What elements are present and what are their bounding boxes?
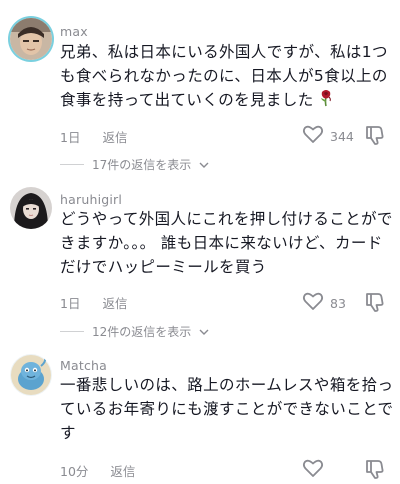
comment-time: 1日 xyxy=(60,130,81,145)
dislike-icon[interactable] xyxy=(364,458,386,484)
chevron-down-icon[interactable] xyxy=(199,325,209,339)
comment-text: 兄弟、私は日本にいる外国人ですが、私は1つ も食べられなかったのに、日本人が5食… xyxy=(60,40,390,114)
like-button[interactable] xyxy=(302,458,324,482)
comment-meta: 1日 返信 xyxy=(60,127,127,146)
divider-dash xyxy=(60,164,84,165)
like-button[interactable]: 344 xyxy=(302,124,354,148)
comment-text-line: だけでハッピーミールを買う xyxy=(60,258,267,276)
comment-text-line: も食べられなかったのに、日本人が5食以上の xyxy=(60,64,390,88)
heart-icon[interactable] xyxy=(302,291,324,315)
comment-meta: 1日 返信 xyxy=(60,293,127,312)
username[interactable]: Matcha xyxy=(60,358,107,373)
view-replies-label[interactable]: 17件の返信を表示 xyxy=(92,156,191,173)
avatar[interactable] xyxy=(10,187,52,229)
comment-time: 10分 xyxy=(60,464,89,479)
comment-time: 1日 xyxy=(60,296,81,311)
avatar[interactable] xyxy=(10,18,52,60)
reply-button[interactable]: 返信 xyxy=(102,296,127,311)
username[interactable]: max xyxy=(60,24,88,39)
comment-text-line-with-emoji: 食事を持って出ていくのを見ました xyxy=(60,88,390,114)
like-count: 83 xyxy=(330,295,346,311)
like-button[interactable]: 83 xyxy=(302,291,346,315)
comment-text-line: きますか。。。 誰も日本に来ないけど、カード xyxy=(60,234,383,252)
reply-button[interactable]: 返信 xyxy=(110,464,135,479)
reply-button[interactable]: 返信 xyxy=(102,130,127,145)
username[interactable]: haruhigirl xyxy=(60,192,122,207)
view-replies-button[interactable]: 17件の返信を表示 xyxy=(60,156,209,173)
heart-icon[interactable] xyxy=(302,458,324,482)
view-replies-button[interactable]: 12件の返信を表示 xyxy=(60,323,209,340)
comment-meta: 10分 返信 xyxy=(60,461,135,480)
comment-text: 一番悲しいのは、路上のホームレスや箱を拾っ ているお年寄りにも渡すことができない… xyxy=(60,373,394,445)
comment-text-line: どうやって外国人にこれを押し付けることがで xyxy=(60,210,393,228)
comment-text: どうやって外国人にこれを押し付けることがで きますか。。。 誰も日本に来ないけど… xyxy=(60,207,393,279)
comment-text-line: 一番悲しいのは、路上のホームレスや箱を拾っ xyxy=(60,376,394,394)
comment-text-line-part: も食べられなかったのに、日本人が5食以上の xyxy=(60,67,388,85)
comment-text-line-part: 食事を持って出ていくのを見ました xyxy=(60,91,314,109)
like-count: 344 xyxy=(330,128,354,144)
view-replies-label[interactable]: 12件の返信を表示 xyxy=(92,323,191,340)
chevron-down-icon[interactable] xyxy=(199,158,209,172)
heart-icon[interactable] xyxy=(302,124,324,148)
dislike-icon[interactable] xyxy=(364,291,386,317)
avatar[interactable] xyxy=(10,354,52,396)
divider-dash xyxy=(60,331,84,332)
comment-text-line: 兄弟、私は日本にいる外国人ですが、私は1つ xyxy=(60,43,388,61)
dislike-icon[interactable] xyxy=(364,124,386,150)
comment-text-line: す xyxy=(60,424,76,442)
wilted-rose-icon xyxy=(318,89,334,114)
comment-text-line: ているお年寄りにも渡すことができないことで xyxy=(60,400,394,418)
